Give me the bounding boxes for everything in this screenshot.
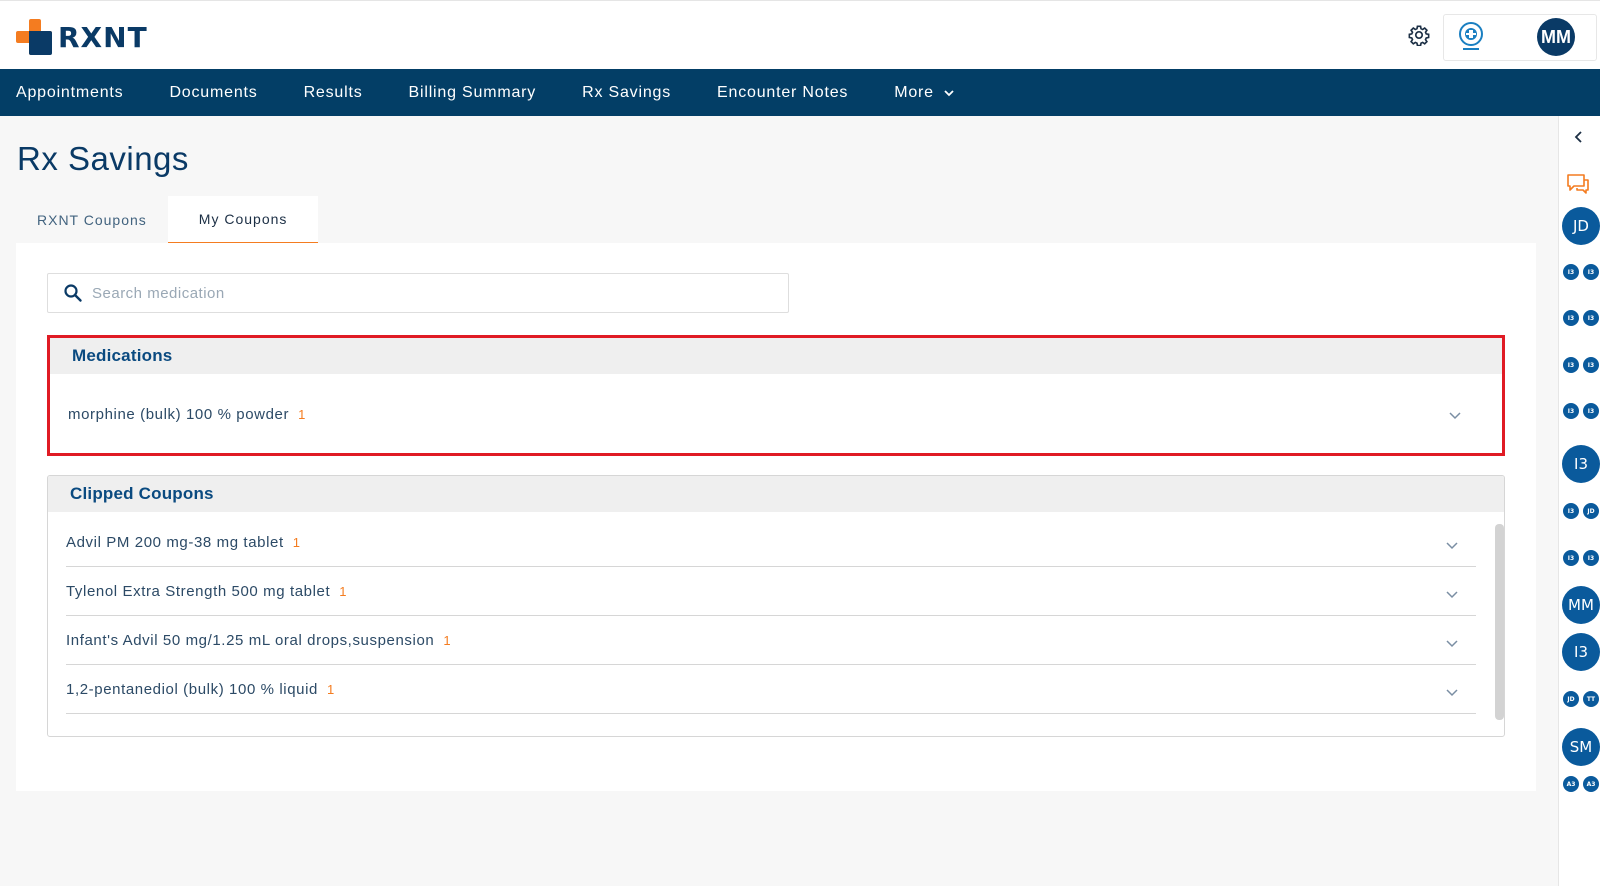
coupon-count: 1 xyxy=(292,534,301,550)
coupon-name: 1,2-pentanediol (bulk) 100 % liquid xyxy=(66,680,318,698)
coupon-count: 1 xyxy=(443,632,452,648)
medication-name: morphine (bulk) 100 % powder xyxy=(68,405,290,423)
user-badge[interactable]: I3 xyxy=(1563,310,1579,326)
tab-rxnt-coupons[interactable]: RXNT Coupons xyxy=(16,196,168,244)
tab-my-coupons[interactable]: My Coupons xyxy=(167,196,319,244)
user-badge[interactable]: I3 xyxy=(1583,357,1599,373)
user-avatar[interactable]: MM xyxy=(1537,18,1575,56)
logo-text: RXNT xyxy=(58,20,148,54)
coupon-tabs: RXNT Coupons My Coupons xyxy=(16,196,319,244)
nav-label: Billing Summary xyxy=(408,83,537,101)
user-badge[interactable]: I3 xyxy=(1563,503,1579,519)
page-title: Rx Savings xyxy=(17,140,189,177)
user-badge[interactable]: TT xyxy=(1583,691,1599,707)
user-badge[interactable]: I3 xyxy=(1583,264,1599,280)
user-avatar[interactable]: I3 xyxy=(1562,633,1600,671)
chevron-down-icon[interactable] xyxy=(1445,589,1459,599)
search-input[interactable] xyxy=(92,284,752,302)
chevron-down-icon[interactable] xyxy=(1445,687,1459,697)
user-badge[interactable]: JD xyxy=(1563,691,1579,707)
scrollbar-thumb[interactable] xyxy=(1495,524,1504,720)
nav-label: Rx Savings xyxy=(582,83,672,101)
nav-rx-savings[interactable]: Rx Savings xyxy=(559,69,694,116)
medications-heading: Medications xyxy=(50,338,1502,374)
coupon-name: Tylenol Extra Strength 500 mg tablet xyxy=(66,582,331,600)
user-badge[interactable]: I3 xyxy=(1563,403,1579,419)
coupon-row[interactable]: Advil PM 200 mg-38 mg tablet 1 xyxy=(66,518,1476,567)
clipped-coupons-list: Advil PM 200 mg-38 mg tablet 1 Tylenol E… xyxy=(48,512,1504,736)
user-badge[interactable]: JD xyxy=(1583,503,1599,519)
user-badge[interactable]: A3 xyxy=(1563,776,1579,792)
clipped-coupons-section: Clipped Coupons Advil PM 200 mg-38 mg ta… xyxy=(47,475,1505,737)
chat-icon[interactable] xyxy=(1565,172,1591,196)
coupon-row[interactable]: Infant's Advil 50 mg/1.25 mL oral drops,… xyxy=(66,616,1476,665)
coupon-name: Infant's Advil 50 mg/1.25 mL oral drops,… xyxy=(66,631,435,649)
account-menu[interactable]: MM xyxy=(1443,14,1597,61)
chevron-down-icon[interactable] xyxy=(1445,638,1459,648)
medical-logo-icon xyxy=(1459,22,1483,50)
nav-encounter-notes[interactable]: Encounter Notes xyxy=(694,69,871,116)
nav-label: Encounter Notes xyxy=(717,83,849,101)
medications-section: Medications morphine (bulk) 100 % powder… xyxy=(47,335,1505,456)
nav-label: Appointments xyxy=(16,83,124,101)
search-box[interactable] xyxy=(47,273,789,313)
user-avatar[interactable]: I3 xyxy=(1562,445,1600,483)
coupon-count: 1 xyxy=(339,583,348,599)
top-header: RXNT MM xyxy=(0,0,1600,69)
nav-results[interactable]: Results xyxy=(281,69,386,116)
clipped-coupons-heading: Clipped Coupons xyxy=(48,476,1504,512)
user-badge[interactable]: I3 xyxy=(1583,310,1599,326)
gear-icon[interactable] xyxy=(1408,24,1430,46)
user-avatar[interactable]: MM xyxy=(1562,586,1600,624)
nav-billing-summary[interactable]: Billing Summary xyxy=(386,69,560,116)
medication-row[interactable]: morphine (bulk) 100 % powder 1 xyxy=(50,374,1502,453)
user-avatar[interactable]: JD xyxy=(1562,207,1600,245)
coupon-name: Advil PM 200 mg-38 mg tablet xyxy=(66,533,284,551)
user-badge[interactable]: I3 xyxy=(1563,357,1579,373)
user-badge[interactable]: A3 xyxy=(1583,776,1599,792)
rxnt-logo[interactable]: RXNT xyxy=(16,19,148,55)
nav-label: Documents xyxy=(169,83,258,101)
nav-label: More xyxy=(894,83,934,101)
main-nav: Appointments Documents Results Billing S… xyxy=(0,69,1600,116)
chevron-down-icon[interactable] xyxy=(1445,540,1459,550)
right-rail: JD I3 I3 I3 I3 I3 I3 I3 I3 I3 I3 JD I3 I… xyxy=(1558,116,1600,886)
coupon-row[interactable]: Tylenol Extra Strength 500 mg tablet 1 xyxy=(66,567,1476,616)
user-avatar[interactable]: SM xyxy=(1562,728,1600,766)
nav-documents[interactable]: Documents xyxy=(146,69,280,116)
coupon-count: 1 xyxy=(326,681,335,697)
coupon-count: 1 xyxy=(298,406,306,422)
chevron-left-icon[interactable] xyxy=(1573,130,1585,144)
rxnt-cross-icon xyxy=(16,19,52,55)
chevron-down-icon xyxy=(944,89,954,96)
chevron-down-icon[interactable] xyxy=(1448,410,1462,420)
nav-more[interactable]: More xyxy=(871,69,977,116)
user-badge[interactable]: I3 xyxy=(1563,264,1579,280)
user-badge[interactable]: I3 xyxy=(1583,550,1599,566)
search-icon xyxy=(64,284,82,302)
user-badge[interactable]: I3 xyxy=(1583,403,1599,419)
user-badge[interactable]: I3 xyxy=(1563,550,1579,566)
nav-appointments[interactable]: Appointments xyxy=(0,69,146,116)
coupon-row[interactable]: 1,2-pentanediol (bulk) 100 % liquid 1 xyxy=(66,665,1476,714)
nav-label: Results xyxy=(303,83,363,101)
